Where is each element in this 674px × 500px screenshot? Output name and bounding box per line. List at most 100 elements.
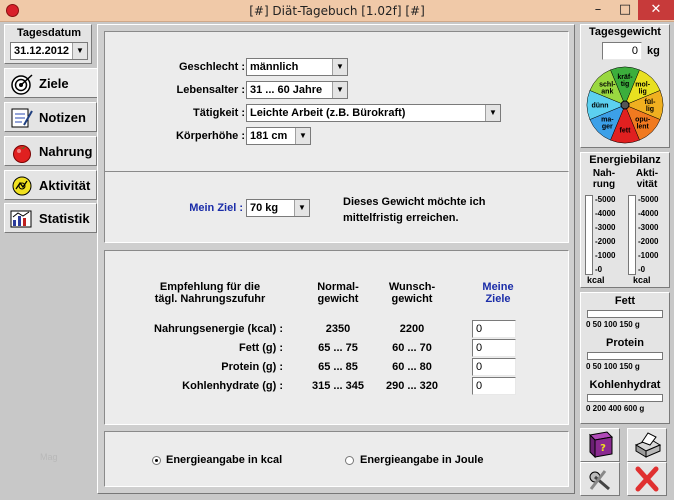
watermark-text: Mag bbox=[40, 452, 58, 462]
date-value: 31.12.2012 bbox=[14, 45, 70, 57]
scale-tick: -1000 bbox=[595, 251, 616, 260]
nav-ziele-label: Ziele bbox=[39, 76, 69, 91]
nav-statistik-label: Statistik bbox=[39, 211, 90, 226]
goal-carb-input[interactable]: 0 bbox=[472, 377, 516, 395]
printer-icon bbox=[634, 432, 662, 458]
intake-scale: -5000 -4000 -3000 -2000 -1000 -0 bbox=[595, 193, 615, 277]
goal-weight-value: 70 kg bbox=[250, 202, 279, 214]
date-panel: Tagesdatum 31.12.2012 ▼ bbox=[4, 24, 92, 64]
row-normal: 2350 bbox=[325, 323, 351, 335]
row-label: Kohlenhydrate (g) : bbox=[182, 380, 283, 392]
fat-scale: 0 50 100 150 g bbox=[586, 320, 640, 329]
intake-header-line: Nah- bbox=[592, 168, 616, 179]
scale-tick: -3000 bbox=[638, 223, 659, 232]
settings-button[interactable] bbox=[580, 462, 620, 496]
header-line: Ziele bbox=[485, 293, 511, 305]
nav-ziele[interactable]: Ziele bbox=[4, 68, 97, 98]
tomato-icon bbox=[13, 145, 31, 163]
main-panel: Geschlecht : männlich ▼ Lebensalter : 31… bbox=[97, 24, 575, 494]
scale-tick: -4000 bbox=[595, 209, 616, 218]
gender-select[interactable]: männlich ▼ bbox=[246, 58, 348, 76]
activity-unit: kcal bbox=[633, 275, 651, 285]
intake-header-line: rung bbox=[592, 179, 616, 190]
fat-bar bbox=[587, 310, 663, 318]
age-select[interactable]: 31 ... 60 Jahre ▼ bbox=[246, 81, 348, 99]
scale-tick: -2000 bbox=[595, 237, 616, 246]
radio-kcal[interactable] bbox=[152, 456, 161, 465]
goal-label: Mein Ziel : bbox=[189, 202, 243, 214]
nav-aktivitaet-label: Aktivität bbox=[39, 178, 91, 193]
nav-aktivitaet[interactable]: Aktivität bbox=[4, 170, 97, 200]
row-label: Protein (g) : bbox=[221, 361, 283, 373]
goal-weight-select[interactable]: 70 kg ▼ bbox=[246, 199, 310, 217]
table-header-goals: Meine Ziele bbox=[463, 281, 533, 305]
height-value: 181 cm bbox=[250, 130, 288, 142]
row-label: Fett (g) : bbox=[239, 342, 283, 354]
protein-bar bbox=[587, 352, 663, 360]
carb-scale: 0 200 400 600 g bbox=[586, 404, 645, 413]
date-label: Tagesdatum bbox=[17, 27, 81, 39]
close-icon bbox=[635, 466, 659, 492]
header-line: gewicht bbox=[391, 293, 433, 305]
chevron-down-icon[interactable]: ▼ bbox=[485, 105, 500, 121]
notepad-icon bbox=[11, 108, 33, 128]
chart-icon bbox=[10, 210, 32, 228]
wheel-segment-label: fett bbox=[620, 128, 632, 135]
intake-unit: kcal bbox=[587, 275, 605, 285]
recommendation-panel: Empfehlung für die tägl. Nahrungszufuhr … bbox=[104, 250, 569, 425]
close-window-button[interactable]: ✕ bbox=[638, 0, 674, 20]
goal-fat-input[interactable]: 0 bbox=[472, 339, 516, 357]
profile-panel: Geschlecht : männlich ▼ Lebensalter : 31… bbox=[104, 31, 569, 186]
activity-scale: -5000 -4000 -3000 -2000 -1000 -0 bbox=[638, 193, 658, 277]
header-line: Normal- bbox=[317, 281, 359, 293]
wheel-segment-label: dünn bbox=[591, 103, 608, 110]
table-header-normal: Normal- gewicht bbox=[303, 281, 373, 305]
header-line: gewicht bbox=[317, 293, 359, 305]
date-select[interactable]: 31.12.2012 ▼ bbox=[10, 42, 88, 60]
chevron-down-icon[interactable]: ▼ bbox=[294, 200, 309, 216]
activity-select[interactable]: Leichte Arbeit (z.B. Bürokraft) ▼ bbox=[246, 104, 501, 122]
weight-input[interactable]: 0 bbox=[602, 42, 642, 60]
goal-protein-input[interactable]: 0 bbox=[472, 358, 516, 376]
table-header-wish: Wunsch- gewicht bbox=[377, 281, 447, 305]
age-value: 31 ... 60 Jahre bbox=[250, 84, 323, 96]
row-normal: 65 ... 85 bbox=[318, 361, 358, 373]
help-book-button[interactable]: ? bbox=[580, 428, 620, 462]
scale-tick: -5000 bbox=[595, 195, 616, 204]
row-normal: 315 ... 345 bbox=[312, 380, 364, 392]
height-select[interactable]: 181 cm ▼ bbox=[246, 127, 311, 145]
gender-value: männlich bbox=[250, 61, 299, 73]
goal-energy-input[interactable]: 0 bbox=[472, 320, 516, 338]
print-button[interactable] bbox=[627, 428, 667, 462]
maximize-button[interactable]: □ bbox=[612, 0, 638, 20]
header-line: Wunsch- bbox=[388, 281, 436, 293]
chevron-down-icon[interactable]: ▼ bbox=[332, 82, 347, 98]
intake-gauge bbox=[585, 195, 593, 275]
chevron-down-icon[interactable]: ▼ bbox=[332, 59, 347, 75]
sun-icon bbox=[12, 176, 32, 196]
nav-notizen-label: Notizen bbox=[39, 110, 86, 125]
window-title: [#] Diät-Tagebuch [1.02f] [#] bbox=[249, 4, 425, 18]
radio-kcal-label[interactable]: Energieangabe in kcal bbox=[166, 454, 282, 466]
radio-joule-label[interactable]: Energieangabe in Joule bbox=[360, 454, 483, 466]
nav-notizen[interactable]: Notizen bbox=[4, 102, 97, 132]
scale-tick: -2000 bbox=[638, 237, 659, 246]
nav-statistik[interactable]: Statistik bbox=[4, 203, 97, 233]
activity-header-line: vität bbox=[636, 179, 658, 190]
protein-scale: 0 50 100 150 g bbox=[586, 362, 640, 371]
header-line: Meine bbox=[482, 281, 514, 293]
scale-tick: -1000 bbox=[638, 251, 659, 260]
title-bar: [#] Diät-Tagebuch [1.02f] [#] – □ ✕ bbox=[0, 0, 674, 22]
exit-button[interactable] bbox=[627, 462, 667, 496]
radio-joule[interactable] bbox=[345, 456, 354, 465]
nav-nahrung[interactable]: Nahrung bbox=[4, 136, 97, 166]
chevron-down-icon[interactable]: ▼ bbox=[295, 128, 310, 144]
row-label: Nahrungsenergie (kcal) : bbox=[154, 323, 283, 335]
minimize-button[interactable]: – bbox=[585, 0, 611, 20]
book-icon: ? bbox=[588, 431, 614, 459]
chevron-down-icon[interactable]: ▼ bbox=[72, 43, 87, 59]
wheel-hub bbox=[620, 100, 630, 110]
row-wish: 60 ... 70 bbox=[392, 342, 432, 354]
protein-label: Protein bbox=[606, 337, 644, 349]
weight-header: Tagesgewicht bbox=[589, 26, 661, 38]
